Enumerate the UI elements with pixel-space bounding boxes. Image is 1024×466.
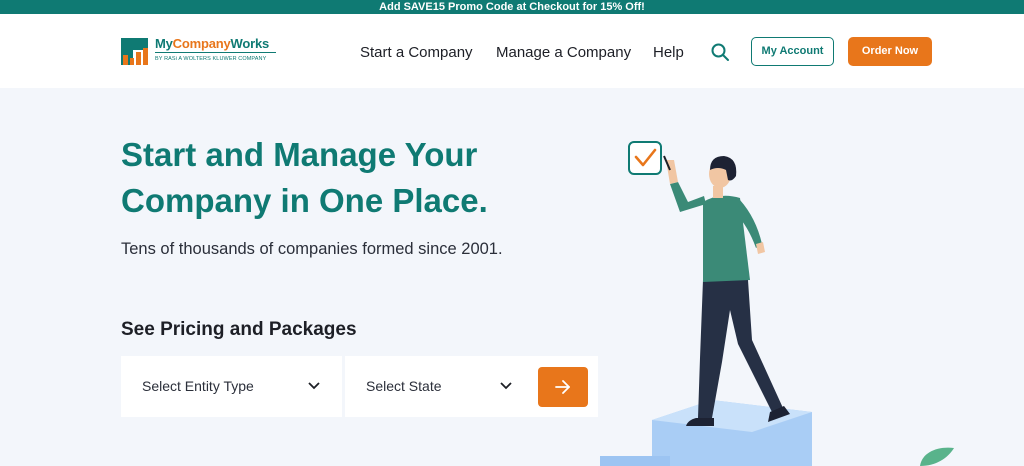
pricing-selector: Select Entity Type Select State bbox=[121, 356, 598, 417]
go-button[interactable] bbox=[538, 367, 588, 407]
pricing-heading: See Pricing and Packages bbox=[121, 319, 357, 340]
my-account-button[interactable]: My Account bbox=[751, 37, 834, 66]
hero-illustration bbox=[600, 141, 954, 466]
nav-help[interactable]: Help bbox=[653, 44, 684, 61]
logo-divider bbox=[155, 52, 276, 53]
logo-tagline: BY RASi A WOLTERS KLUWER COMPANY bbox=[155, 56, 267, 62]
hero-subtitle: Tens of thousands of companies formed si… bbox=[121, 240, 503, 258]
hero-title-line-1: Start and Manage Your bbox=[121, 136, 478, 173]
chevron-down-icon bbox=[308, 382, 320, 390]
logo[interactable]: MyCompanyWorks BY RASi A WOLTERS KLUWER … bbox=[121, 36, 291, 70]
entity-type-select[interactable]: Select Entity Type bbox=[121, 356, 342, 417]
state-value: Select State bbox=[366, 378, 442, 394]
nav-start-company[interactable]: Start a Company bbox=[360, 44, 473, 61]
promo-banner: Add SAVE15 Promo Code at Checkout for 15… bbox=[0, 0, 1024, 14]
promo-text: Add SAVE15 Promo Code at Checkout for 15… bbox=[379, 1, 645, 13]
person-figure bbox=[663, 155, 790, 426]
search-icon[interactable] bbox=[710, 42, 730, 62]
entity-type-value: Select Entity Type bbox=[142, 378, 254, 394]
logo-mark-icon bbox=[121, 38, 148, 65]
site-header: MyCompanyWorks BY RASi A WOLTERS KLUWER … bbox=[0, 14, 1024, 88]
nav-manage-company[interactable]: Manage a Company bbox=[496, 44, 631, 61]
plant-leaf bbox=[920, 447, 954, 466]
order-now-button[interactable]: Order Now bbox=[848, 37, 932, 66]
checkbox-icon bbox=[628, 141, 662, 175]
logo-wordmark: MyCompanyWorks bbox=[155, 36, 270, 51]
hero-title-line-2: Company in One Place. bbox=[121, 182, 488, 219]
chevron-down-icon bbox=[500, 382, 512, 390]
arrow-right-icon bbox=[555, 380, 570, 394]
hero-title: Start and Manage Your Company in One Pla… bbox=[121, 132, 561, 224]
